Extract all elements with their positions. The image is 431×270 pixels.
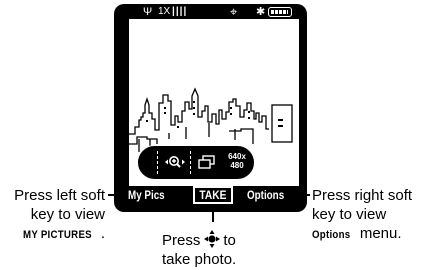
divider: [190, 151, 191, 174]
callout-right-line3: Options menu.: [312, 224, 412, 245]
battery-icon: [268, 7, 292, 17]
left-softkey-callout: Press left soft key to view MY PICTURES.: [0, 186, 105, 245]
zoom-in-icon[interactable]: [164, 151, 186, 173]
navigation-center-key-icon: [204, 230, 221, 248]
resolution-width: 640x: [228, 152, 246, 161]
bluetooth-icon: ✱: [256, 6, 266, 18]
divider: [157, 151, 158, 174]
callout-left-suffix: .: [100, 225, 105, 242]
callout-left-line3: MY PICTURES.: [0, 224, 105, 245]
network-1x-icon: 1X: [158, 6, 171, 17]
callout-line-right: [296, 194, 310, 196]
callout-right-suffix: menu.: [355, 225, 402, 242]
callout-center-line1: Press to: [162, 230, 236, 250]
options-softkey[interactable]: Options: [247, 187, 284, 203]
callout-center-suffix: to: [223, 232, 236, 249]
signal-strength-icon: Ψ: [143, 6, 153, 18]
callout-left-line1: Press left soft: [14, 187, 105, 204]
resolution-height: 480: [230, 161, 244, 170]
my-pics-softkey[interactable]: My Pics: [128, 187, 165, 203]
take-label: TAKE: [199, 188, 227, 202]
callout-center-line2: take photo.: [162, 251, 237, 268]
callout-line-center: [212, 208, 214, 222]
options-key-name: Options: [312, 229, 351, 241]
camera-icon[interactable]: [262, 148, 286, 172]
take-photo-softkey[interactable]: TAKE: [193, 186, 233, 204]
signal-bars-icon: ┃┃┃┃: [171, 7, 187, 16]
callout-line-left: [108, 194, 122, 196]
frame-mode-icon[interactable]: [198, 155, 216, 169]
callout-center-prefix: Press: [162, 232, 201, 249]
callout-right-line2: key to view: [312, 206, 387, 223]
gps-icon: ⌖: [230, 4, 238, 19]
center-key-callout: Press to take photo.: [162, 230, 236, 269]
callout-left-line2: key to view: [30, 206, 105, 223]
callout-right-line1: Press right soft: [312, 187, 413, 204]
resolution-indicator[interactable]: 640x 480: [226, 152, 248, 170]
my-pictures-key-name: MY PICTURES: [22, 229, 92, 241]
right-softkey-callout: Press right soft key to view Options men…: [312, 186, 412, 245]
